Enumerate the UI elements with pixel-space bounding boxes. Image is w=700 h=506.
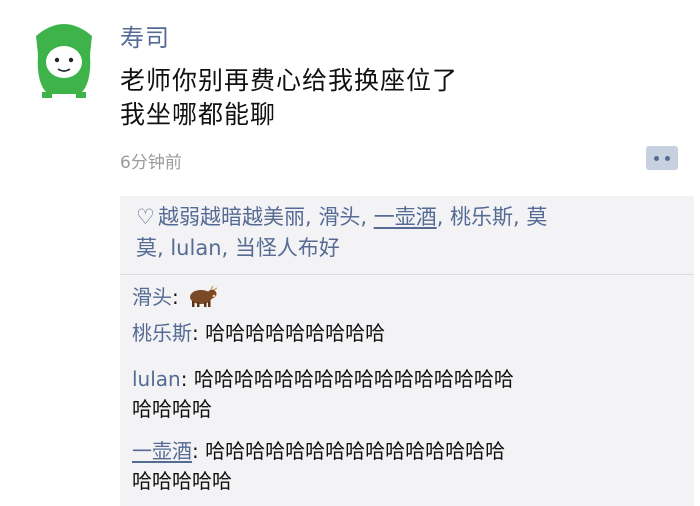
comment-separator: : [192,321,206,345]
post-line: 我坐哪都能聊 [120,100,277,129]
more-actions-button[interactable] [646,146,678,170]
comment-text: 哈哈哈哈哈哈哈哈哈 [205,321,386,345]
comment-separator: : [192,439,206,463]
comment-text: 哈哈哈哈哈哈哈哈哈哈哈哈哈哈哈哈 [193,367,514,391]
comment-author[interactable]: lulan [132,367,181,391]
comment-text: 哈哈哈哈 [132,397,212,421]
comment-item[interactable]: 桃乐斯: 哈哈哈哈哈哈哈哈哈 [132,318,688,348]
likes-list: ♡ 越弱越暗越美丽, 滑头, 一壶酒, 桃乐斯, 莫 莫, lulan, 当怪人布… [136,202,676,264]
post-line: 老师你别再费心给我换座位了 [120,66,459,95]
likes-comments-panel: ♡ 越弱越暗越美丽, 滑头, 一壶酒, 桃乐斯, 莫 莫, lulan, 当怪人布… [120,196,694,506]
likes-names[interactable]: 莫, lulan, 当怪人布好 [136,236,340,260]
comment-separator: : [172,285,186,309]
author-name[interactable]: 寿司 [120,18,170,53]
liker-name[interactable]: 一壶酒 [374,205,437,229]
more-dot-icon [665,156,670,161]
likes-names[interactable]: 越弱越暗越美丽, 滑头, [158,205,374,229]
comment-item[interactable]: 滑头: [132,282,688,312]
cow-icon [190,286,218,307]
comment-author[interactable]: 一壶酒 [132,439,192,463]
comment-item[interactable]: lulan: 哈哈哈哈哈哈哈哈哈哈哈哈哈哈哈哈 哈哈哈哈 [132,364,688,424]
post-timestamp: 6分钟前 [120,153,182,173]
comment-item[interactable]: 一壶酒: 哈哈哈哈哈哈哈哈哈哈哈哈哈哈哈 哈哈哈哈哈 [132,436,688,496]
comment-separator: : [180,367,194,391]
comment-author[interactable]: 桃乐斯 [132,321,192,345]
avatar[interactable] [28,14,100,100]
more-dot-icon [654,156,659,161]
likes-names[interactable]: , 桃乐斯, 莫 [437,205,548,229]
post-content: 老师你别再费心给我换座位了 我坐哪都能聊 [120,64,458,132]
divider [120,274,694,275]
comment-text: 哈哈哈哈哈哈哈哈哈哈哈哈哈哈哈 [205,439,506,463]
comment-author[interactable]: 滑头 [132,285,172,309]
heart-icon: ♡ [136,205,155,229]
comment-text: 哈哈哈哈哈 [132,469,232,493]
